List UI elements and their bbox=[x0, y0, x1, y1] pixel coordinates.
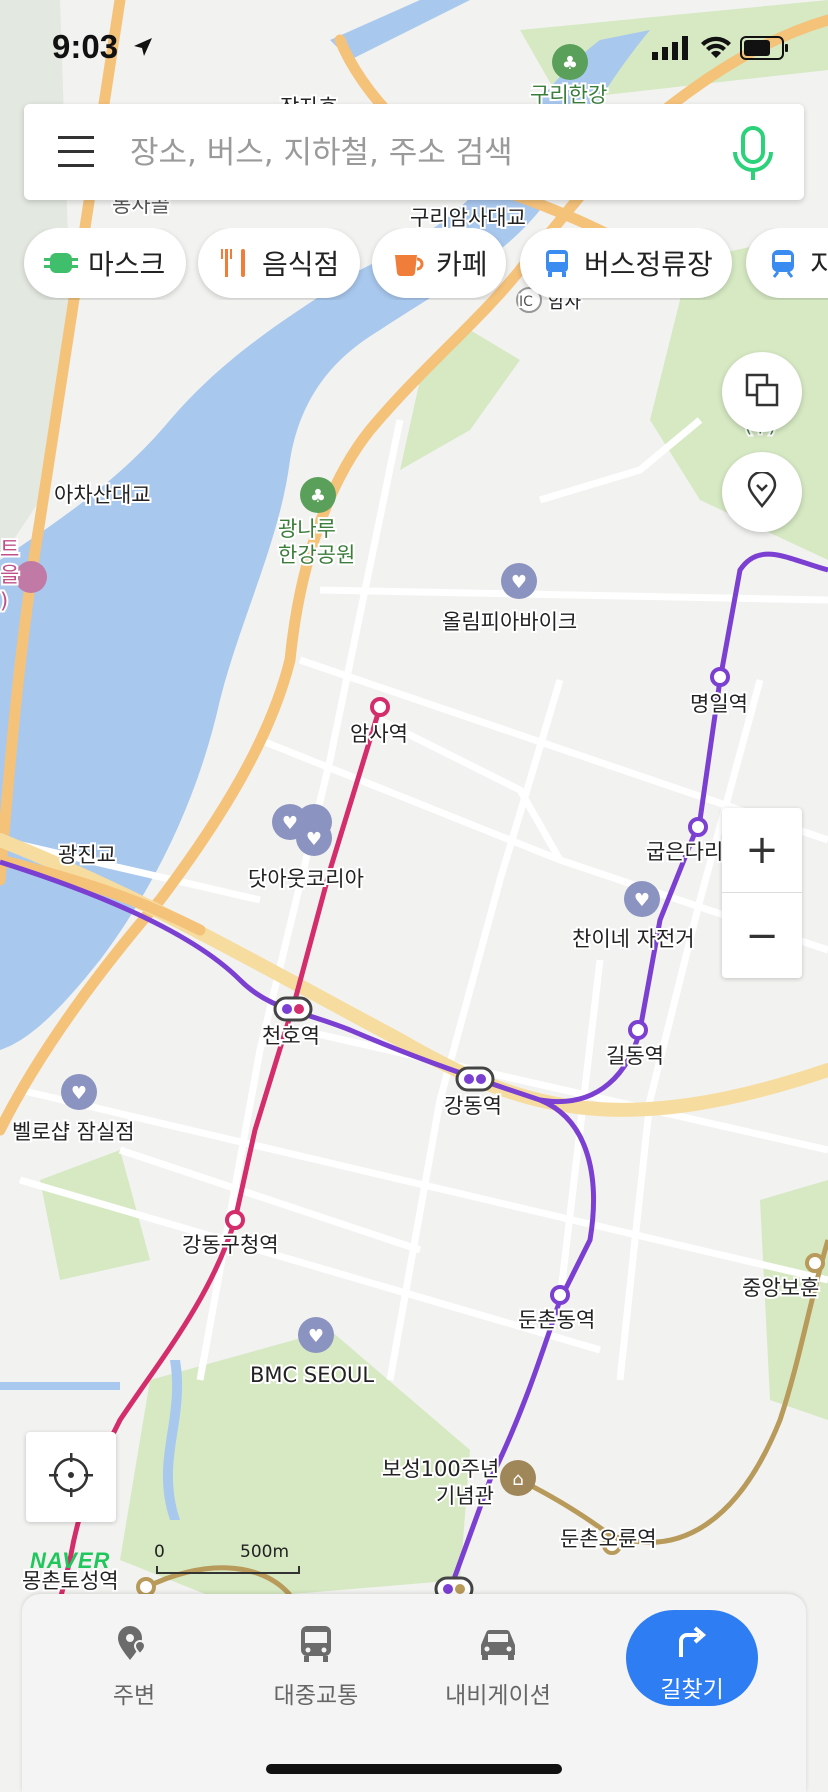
nav-navigation[interactable]: 내비게이션 bbox=[428, 1620, 568, 1720]
mask-icon bbox=[44, 246, 78, 280]
label-park-gwangnaru-2: 한강공원 bbox=[278, 543, 355, 567]
scale-distance: 500m bbox=[240, 1542, 290, 1562]
svg-text:): ) bbox=[0, 589, 8, 613]
directions-button[interactable]: 길찾기 bbox=[626, 1610, 758, 1706]
zoom-out-label: − bbox=[745, 913, 779, 959]
turn-right-arrow-icon bbox=[626, 1618, 758, 1666]
label-poi-bosung-1: 보성100주년 bbox=[382, 1457, 499, 1481]
nav-navigation-label: 내비게이션 bbox=[445, 1683, 551, 1709]
naver-logo: NAVER bbox=[30, 1548, 111, 1573]
label-station-gangdonggu-office: 강동구청역 bbox=[182, 1233, 279, 1257]
svg-text:♥: ♥ bbox=[511, 572, 527, 593]
label-poi-bosung-2: 기념관 bbox=[436, 1484, 494, 1508]
current-location-button[interactable] bbox=[26, 1432, 116, 1522]
label-station-dunchon-olympic: 둔촌오륜역 bbox=[560, 1527, 657, 1551]
chip-mask-label: 마스크 bbox=[88, 248, 166, 281]
label-station-gubeundari: 굽은다리 bbox=[646, 840, 723, 864]
layers-icon bbox=[745, 373, 779, 411]
svg-text:♥: ♥ bbox=[306, 829, 322, 850]
search-input[interactable] bbox=[128, 126, 732, 180]
svg-text:♥: ♥ bbox=[282, 813, 298, 834]
restaurant-icon bbox=[218, 246, 252, 280]
label-station-gildong: 길동역 bbox=[606, 1044, 664, 1068]
location-arrow-icon bbox=[132, 36, 154, 62]
location-pin-icon bbox=[747, 470, 777, 512]
label-station-cheonho: 천호역 bbox=[262, 1024, 320, 1048]
status-bar: 9:03 bbox=[0, 0, 828, 96]
label-poi-velosha: 벨로샵 잠실점 bbox=[12, 1120, 135, 1144]
label-station-dunchondong: 둔촌동역 bbox=[518, 1308, 595, 1332]
chip-cafe-label: 카페 bbox=[436, 248, 488, 281]
label-station-amsa: 암사역 bbox=[350, 722, 408, 746]
chip-mask[interactable]: 마스크 bbox=[24, 228, 186, 298]
nearby-pin-icon bbox=[64, 1620, 204, 1668]
chip-subway[interactable]: 지 bbox=[746, 228, 828, 298]
chip-subway-label: 지 bbox=[810, 248, 828, 281]
zoom-control: + − bbox=[722, 808, 802, 978]
svg-text:♥: ♥ bbox=[634, 890, 650, 911]
map-scale: 0 500m bbox=[150, 1542, 300, 1574]
car-icon bbox=[428, 1620, 568, 1668]
bus-stop-icon bbox=[540, 246, 574, 280]
park-area-right-low bbox=[760, 1180, 828, 1420]
label-park-gwangnaru-1: 광나루 bbox=[278, 517, 336, 541]
microphone-icon[interactable] bbox=[730, 126, 776, 186]
chip-restaurant-label: 음식점 bbox=[262, 248, 340, 281]
chip-cafe[interactable]: 카페 bbox=[372, 228, 506, 298]
label-bridge-guri-amsa: 구리암사대교 bbox=[410, 206, 526, 230]
label-poi-chanine: 찬이네 자전거 bbox=[572, 927, 695, 951]
label-bridge-gwangjin: 광진교 bbox=[58, 843, 116, 867]
nav-nearby-label: 주변 bbox=[112, 1683, 156, 1709]
wifi-icon bbox=[700, 36, 732, 64]
bottom-nav: 주변 대중교통 내비게이션 길찾기 bbox=[22, 1594, 806, 1792]
scale-zero: 0 bbox=[154, 1542, 165, 1562]
label-station-central-vet: 중앙보훈 bbox=[742, 1276, 819, 1300]
svg-text:⌂: ⌂ bbox=[512, 1469, 523, 1490]
battery-icon bbox=[740, 36, 790, 64]
label-station-myeongil: 명일역 bbox=[690, 692, 748, 716]
svg-text:♥: ♥ bbox=[308, 1326, 324, 1347]
home-indicator bbox=[266, 1764, 562, 1774]
zoom-in-button[interactable]: + bbox=[722, 808, 802, 893]
signal-icon bbox=[652, 36, 690, 64]
layers-button[interactable] bbox=[722, 352, 802, 432]
svg-text:을: 을 bbox=[0, 563, 19, 587]
directions-label: 길찾기 bbox=[660, 1677, 724, 1703]
chip-bus-stop-label: 버스정류장 bbox=[584, 248, 713, 281]
label-poi-bmc: BMC SEOUL bbox=[250, 1363, 374, 1387]
zoom-out-button[interactable]: − bbox=[722, 894, 802, 978]
label-bridge-achasan: 아차산대교 bbox=[54, 483, 151, 507]
status-time: 9:03 bbox=[52, 28, 119, 65]
cafe-icon bbox=[392, 246, 426, 280]
bus-icon bbox=[246, 1620, 386, 1668]
category-chips: 마스크 음식점 카페 버스정류장 지 bbox=[0, 228, 828, 300]
label-poi-dotout: 닷아웃코리아 bbox=[248, 867, 364, 891]
menu-icon[interactable] bbox=[56, 134, 96, 174]
svg-text:♥: ♥ bbox=[71, 1083, 87, 1104]
stream bbox=[0, 1382, 120, 1390]
chip-bus-stop[interactable]: 버스정류장 bbox=[520, 228, 732, 298]
nav-transit-label: 대중교통 bbox=[273, 1683, 359, 1709]
scale-bar bbox=[156, 1566, 300, 1574]
nav-transit[interactable]: 대중교통 bbox=[246, 1620, 386, 1720]
saved-places-button[interactable] bbox=[722, 452, 802, 532]
nav-nearby[interactable]: 주변 bbox=[64, 1620, 204, 1720]
label-left-poi-partial: 트 bbox=[0, 537, 19, 561]
crosshair-icon bbox=[49, 1453, 93, 1501]
subway-icon bbox=[766, 246, 800, 280]
label-station-gangdong: 강동역 bbox=[444, 1094, 502, 1118]
label-poi-olympia-bike: 올림피아바이크 bbox=[442, 610, 577, 634]
search-bar[interactable] bbox=[24, 104, 804, 200]
chip-restaurant[interactable]: 음식점 bbox=[198, 228, 360, 298]
zoom-in-label: + bbox=[745, 827, 779, 873]
svg-text:♣: ♣ bbox=[310, 486, 326, 507]
